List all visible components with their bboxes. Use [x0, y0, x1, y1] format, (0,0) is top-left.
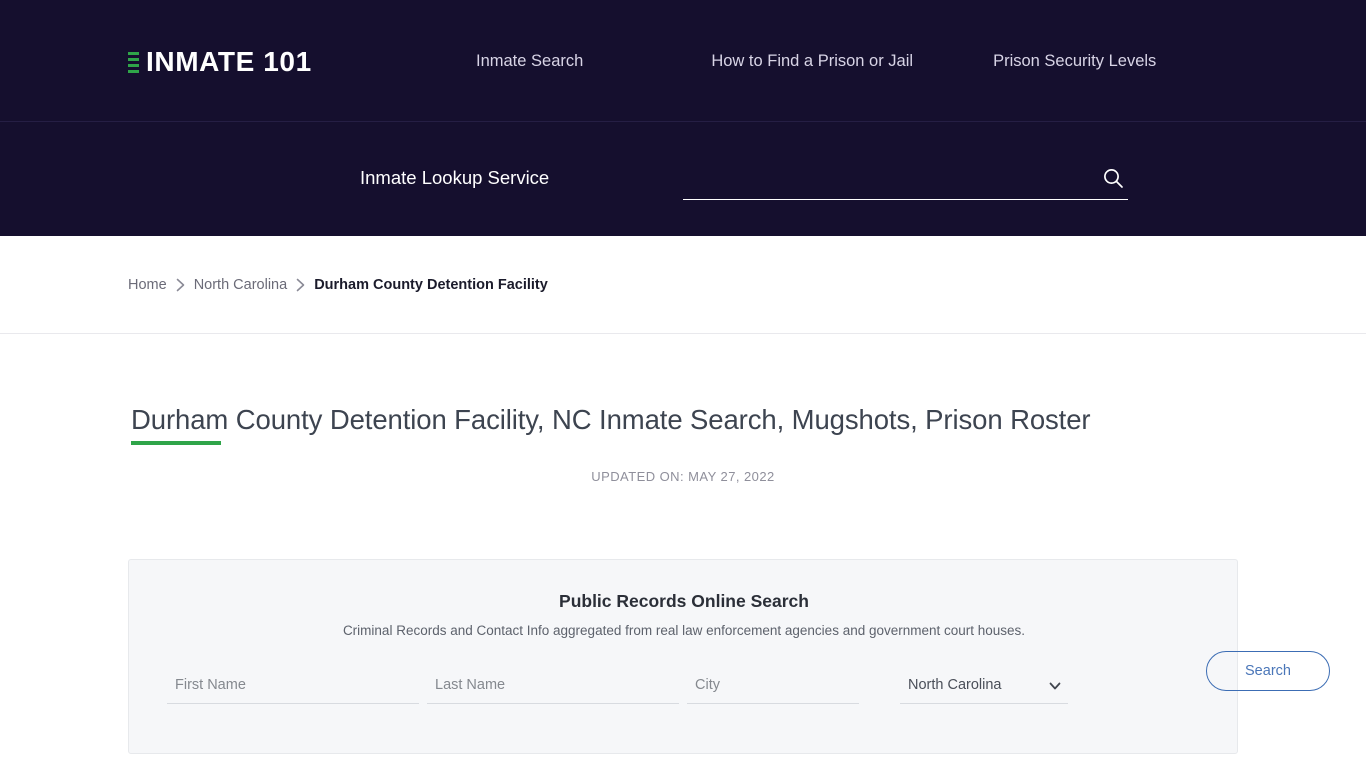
- chevron-right-icon: [296, 278, 305, 292]
- inmate-lookup-bar: Inmate Lookup Service: [0, 122, 1366, 236]
- breadcrumb-bar: Home North Carolina Durham County Detent…: [0, 236, 1366, 334]
- state-select[interactable]: North Carolina: [900, 668, 1068, 703]
- site-header: INMATE 101 Inmate Search How to Find a P…: [0, 0, 1366, 122]
- breadcrumb-item-north-carolina[interactable]: North Carolina: [194, 278, 288, 293]
- public-records-subtitle: Criminal Records and Contact Info aggreg…: [342, 623, 1026, 638]
- chevron-right-icon: [176, 278, 185, 292]
- site-logo[interactable]: INMATE 101: [128, 44, 312, 80]
- last-name-input[interactable]: [427, 668, 679, 704]
- updated-on-text: UPDATED ON: MAY 27, 2022: [591, 469, 775, 484]
- page-title: Durham County Detention Facility, NC Inm…: [131, 404, 1091, 435]
- lookup-service-label: Inmate Lookup Service: [360, 167, 550, 188]
- green-bars-icon: [128, 51, 139, 73]
- public-records-card: Public Records Online Search Criminal Re…: [128, 559, 1330, 754]
- breadcrumb: Home North Carolina Durham County Detent…: [128, 275, 548, 295]
- search-icon[interactable]: [1101, 166, 1125, 190]
- nav-item-prison-security-levels[interactable]: Prison Security Levels: [993, 53, 1156, 70]
- public-records-form: North Carolina Search: [167, 651, 1330, 712]
- search-button[interactable]: Search: [1206, 651, 1330, 691]
- logo-text: INMATE 101: [146, 46, 312, 77]
- title-accent-rule: [131, 441, 221, 445]
- breadcrumb-current: Durham County Detention Facility: [314, 276, 548, 293]
- public-records-title: Public Records Online Search: [559, 591, 809, 611]
- main-navigation: Inmate Search How to Find a Prison or Ja…: [460, 0, 1156, 122]
- nav-item-how-to-find-a-prison-or-jail[interactable]: How to Find a Prison or Jail: [711, 53, 913, 70]
- first-name-input[interactable]: [167, 668, 419, 704]
- nav-item-inmate-search[interactable]: Inmate Search: [476, 53, 583, 70]
- lookup-search-field: [683, 158, 1128, 200]
- breadcrumb-item-home[interactable]: Home: [128, 278, 167, 293]
- lookup-search-input[interactable]: [683, 158, 1091, 198]
- city-input[interactable]: [687, 668, 859, 704]
- state-select-wrapper: North Carolina: [900, 668, 1068, 704]
